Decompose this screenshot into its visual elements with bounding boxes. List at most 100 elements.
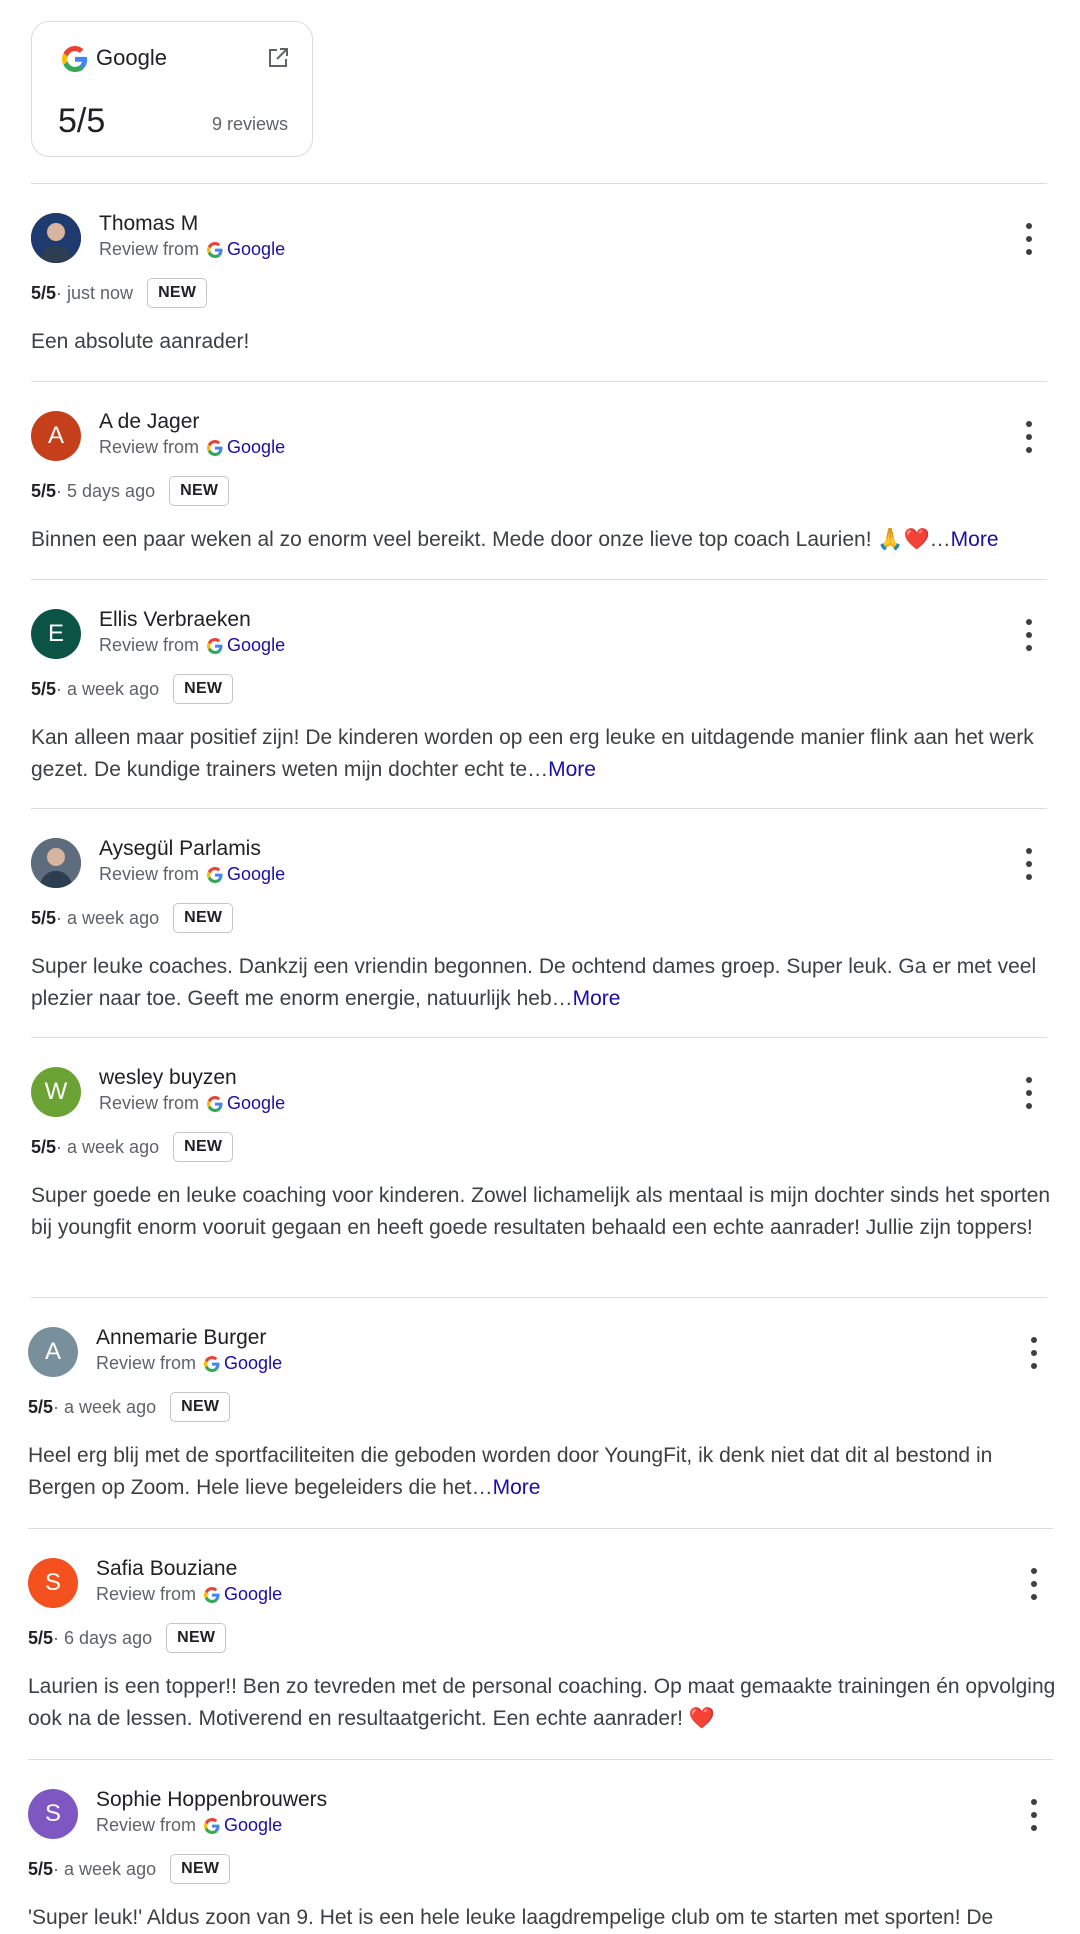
divider xyxy=(31,1297,1047,1298)
more-options-icon[interactable] xyxy=(1024,1077,1034,1109)
new-badge: NEW xyxy=(147,278,208,308)
review-body: Kan alleen maar positief zijn! De kinder… xyxy=(31,726,1034,781)
profile-photo-icon xyxy=(31,838,81,888)
review-rating: 5/5 xyxy=(31,678,57,699)
reviewer-name[interactable]: Ellis Verbraeken xyxy=(99,608,251,632)
review-body: 'Super leuk!' Aldus zoon van 9. Het is e… xyxy=(28,1906,994,1929)
avatar-initial: E xyxy=(47,620,64,647)
reviewer-avatar[interactable]: A xyxy=(31,411,81,461)
review-source: Review from Google xyxy=(96,1584,282,1605)
review-time: · 5 days ago xyxy=(56,480,156,501)
review-text: Kan alleen maar positief zijn! De kinder… xyxy=(31,722,1051,785)
review-meta: 5/5 · just now NEW xyxy=(31,278,208,308)
google-g-icon xyxy=(207,439,223,456)
review-source: Review from Google xyxy=(96,1353,282,1374)
reviewer-avatar[interactable]: S xyxy=(28,1789,78,1839)
review-text: Super leuke coaches. Dankzij een vriendi… xyxy=(31,951,1051,1014)
more-options-icon[interactable] xyxy=(1029,1568,1039,1600)
reviewer-name[interactable]: A de Jager xyxy=(99,410,199,434)
review-source: Review from Google xyxy=(99,437,285,458)
google-g-icon xyxy=(207,866,223,883)
rating-summary-card[interactable]: Google 5/5 9 reviews xyxy=(31,21,313,157)
avatar-initial: A xyxy=(47,422,64,449)
more-link[interactable]: More xyxy=(548,758,596,781)
more-options-icon[interactable] xyxy=(1029,1337,1039,1369)
review-meta: 5/5 · a week ago NEW xyxy=(28,1392,231,1422)
source-link[interactable]: Google xyxy=(227,635,285,656)
open-in-new-icon[interactable] xyxy=(266,46,290,70)
source-label: Review from xyxy=(96,1353,197,1373)
reviewer-name[interactable]: Annemarie Burger xyxy=(96,1326,266,1350)
reviewer-avatar[interactable]: A xyxy=(28,1327,78,1377)
review-rating: 5/5 xyxy=(31,907,57,928)
source-link[interactable]: Google xyxy=(227,1093,285,1114)
divider xyxy=(31,381,1047,382)
review-time: · a week ago xyxy=(53,1858,157,1879)
more-options-icon[interactable] xyxy=(1024,223,1034,255)
reviewer-name[interactable]: Thomas M xyxy=(99,212,198,236)
more-link[interactable]: More xyxy=(573,987,621,1010)
review-source: Review from Google xyxy=(99,1093,285,1114)
source-label: Review from xyxy=(99,635,200,655)
reviewer-avatar[interactable] xyxy=(31,838,81,888)
review-rating: 5/5 xyxy=(31,1136,57,1157)
source-link[interactable]: Google xyxy=(224,1353,282,1374)
review-rating: 5/5 xyxy=(31,282,57,303)
profile-photo-icon xyxy=(31,213,81,263)
reviewer-avatar[interactable]: W xyxy=(31,1067,81,1117)
more-options-icon[interactable] xyxy=(1024,421,1034,453)
more-link[interactable]: More xyxy=(951,528,999,551)
source-link[interactable]: Google xyxy=(227,437,285,458)
review-rating: 5/5 xyxy=(28,1627,54,1648)
review-rating: 5/5 xyxy=(28,1858,54,1879)
review-text: Binnen een paar weken al zo enorm veel b… xyxy=(31,524,1051,556)
review-meta: 5/5 · 5 days ago NEW xyxy=(31,476,230,506)
divider xyxy=(31,579,1047,580)
review-count[interactable]: 9 reviews xyxy=(212,114,288,135)
more-link[interactable]: More xyxy=(493,1476,541,1499)
divider xyxy=(31,1037,1047,1038)
reviewer-avatar[interactable] xyxy=(31,213,81,263)
google-g-icon xyxy=(204,1817,220,1834)
review-time: · just now xyxy=(56,282,134,303)
more-options-icon[interactable] xyxy=(1024,619,1034,651)
source-link[interactable]: Google xyxy=(224,1815,282,1836)
new-badge: NEW xyxy=(170,1854,231,1884)
google-g-icon xyxy=(207,241,223,258)
overall-score: 5/5 xyxy=(58,102,106,140)
google-g-icon xyxy=(207,637,223,654)
review-time: · a week ago xyxy=(53,1396,157,1417)
divider xyxy=(28,1759,1053,1760)
reviewer-name[interactable]: Sophie Hoppenbrouwers xyxy=(96,1788,327,1812)
google-g-icon xyxy=(204,1355,220,1372)
review-text: Een absolute aanrader! xyxy=(31,326,1051,358)
new-badge: NEW xyxy=(170,1392,231,1422)
google-g-icon xyxy=(204,1586,220,1603)
source-label: Review from xyxy=(99,1093,200,1113)
more-options-icon[interactable] xyxy=(1029,1799,1039,1831)
review-source: Review from Google xyxy=(99,635,285,656)
reviewer-name[interactable]: Aysegül Parlamis xyxy=(99,837,261,861)
review-meta: 5/5 · 6 days ago NEW xyxy=(28,1623,227,1653)
reviewer-name[interactable]: Safia Bouziane xyxy=(96,1557,237,1581)
new-badge: NEW xyxy=(166,1623,227,1653)
reviewer-avatar[interactable]: S xyxy=(28,1558,78,1608)
review-body: Een absolute aanrader! xyxy=(31,330,250,353)
source-link[interactable]: Google xyxy=(227,864,285,885)
review-source: Review from Google xyxy=(96,1815,282,1836)
avatar-initial: W xyxy=(44,1078,68,1105)
new-badge: NEW xyxy=(173,903,234,933)
source-label: Review from xyxy=(96,1584,197,1604)
review-text: 'Super leuk!' Aldus zoon van 9. Het is e… xyxy=(28,1902,1058,1934)
review-meta: 5/5 · a week ago NEW xyxy=(28,1854,231,1884)
reviewer-name[interactable]: wesley buyzen xyxy=(99,1066,237,1090)
more-options-icon[interactable] xyxy=(1024,848,1034,880)
new-badge: NEW xyxy=(173,1132,234,1162)
divider xyxy=(31,808,1047,809)
avatar-initial: S xyxy=(44,1569,61,1596)
source-link[interactable]: Google xyxy=(227,239,285,260)
source-link[interactable]: Google xyxy=(224,1584,282,1605)
reviewer-avatar[interactable]: E xyxy=(31,609,81,659)
review-rating: 5/5 xyxy=(28,1396,54,1417)
review-rating: 5/5 xyxy=(31,480,57,501)
